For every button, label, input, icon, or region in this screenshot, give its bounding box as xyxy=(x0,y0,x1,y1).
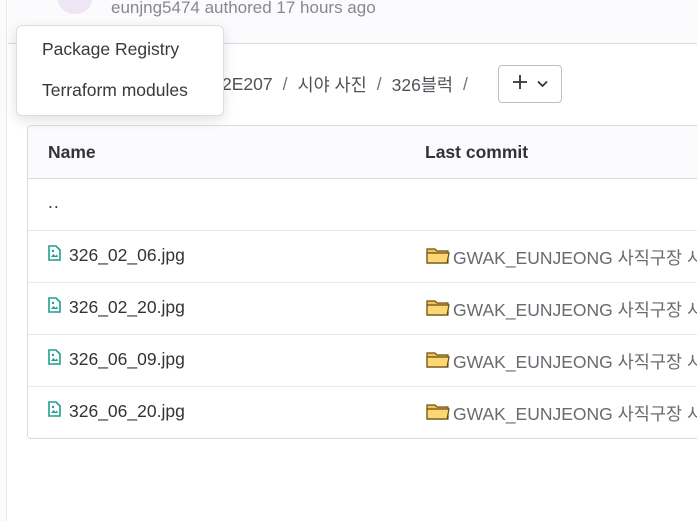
breadcrumb-separator: / xyxy=(376,74,382,94)
menu-item-terraform-modules[interactable]: Terraform modules xyxy=(42,80,188,101)
left-sidebar-edge xyxy=(0,0,7,521)
add-to-tree-button[interactable] xyxy=(498,65,562,103)
table-row[interactable]: 326_06_20.jpg GWAK_EUNJEONG 사직구장 시 xyxy=(28,386,697,438)
column-header-last-commit: Last commit xyxy=(425,142,529,162)
file-name-link[interactable]: 326_02_06.jpg xyxy=(69,245,185,266)
file-name-link[interactable]: 326_06_09.jpg xyxy=(69,349,185,370)
image-file-icon xyxy=(48,245,61,266)
commit-message-link[interactable]: GWAK_EUNJEONG 사직구장 시 xyxy=(453,349,697,374)
file-name-link[interactable]: 326_02_20.jpg xyxy=(69,297,185,318)
folder-icon xyxy=(426,350,450,373)
image-file-icon xyxy=(48,297,61,318)
image-file-icon xyxy=(48,349,61,370)
folder-icon xyxy=(426,402,450,425)
commit-message-link[interactable]: GWAK_EUNJEONG 사직구장 시 xyxy=(453,245,697,270)
avatar[interactable] xyxy=(58,0,92,14)
commit-message-link[interactable]: GWAK_EUNJEONG 사직구장 시 xyxy=(453,297,697,322)
breadcrumb: 2E207 / 시야 사진 / 326블럭 / xyxy=(222,72,478,97)
file-name-link[interactable]: 326_06_20.jpg xyxy=(69,401,185,422)
parent-directory-link[interactable]: .. xyxy=(48,192,60,213)
file-tree-table: Name Last commit .. 326_02_06.jpg GWAK_E… xyxy=(27,125,697,439)
menu-item-package-registry[interactable]: Package Registry xyxy=(42,39,179,60)
breadcrumb-separator: / xyxy=(463,74,468,94)
chevron-down-icon xyxy=(537,75,548,93)
breadcrumb-separator: / xyxy=(282,74,288,94)
dropdown-menu: Package Registry Terraform modules xyxy=(16,25,224,116)
image-file-icon xyxy=(48,401,61,422)
breadcrumb-item-view-photos[interactable]: 시야 사진 xyxy=(297,72,366,97)
commit-author-text: eunjng5474 authored 17 hours ago xyxy=(111,0,376,17)
folder-icon xyxy=(426,246,450,269)
plus-icon xyxy=(512,74,528,95)
column-header-name: Name xyxy=(48,142,96,162)
folder-icon xyxy=(426,298,450,321)
table-header: Name Last commit xyxy=(28,126,697,179)
table-row[interactable]: 326_02_20.jpg GWAK_EUNJEONG 사직구장 시 xyxy=(28,282,697,335)
table-row[interactable]: 326_02_06.jpg GWAK_EUNJEONG 사직구장 시 xyxy=(28,230,697,283)
commit-message-link[interactable]: GWAK_EUNJEONG 사직구장 시 xyxy=(453,401,697,426)
breadcrumb-item-326-block[interactable]: 326블럭 xyxy=(392,72,453,97)
parent-directory-row[interactable]: .. xyxy=(28,178,697,231)
table-row[interactable]: 326_06_09.jpg GWAK_EUNJEONG 사직구장 시 xyxy=(28,334,697,387)
breadcrumb-item-2e207[interactable]: 2E207 xyxy=(222,74,273,95)
